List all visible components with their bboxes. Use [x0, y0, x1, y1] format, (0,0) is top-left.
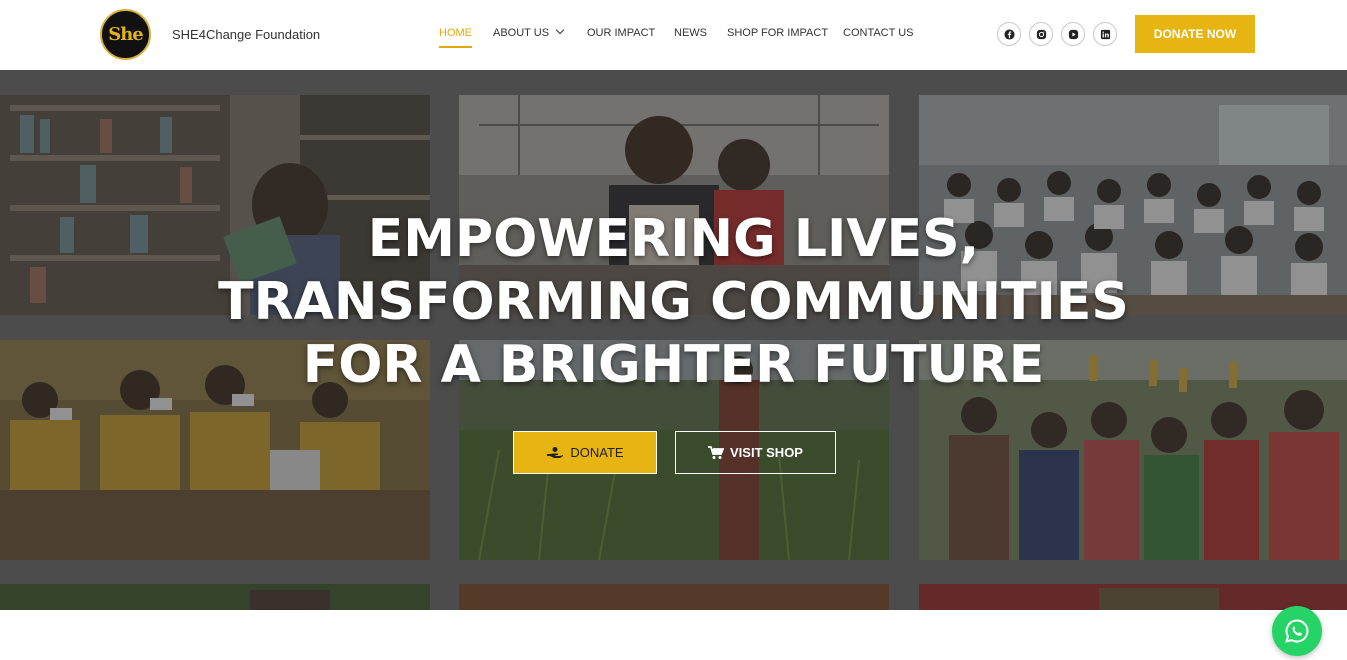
- nav-item-our-impact[interactable]: OUR IMPACT: [587, 26, 655, 40]
- nav-item-about-us[interactable]: ABOUT US: [493, 25, 565, 40]
- nav-item-news[interactable]: NEWS: [674, 26, 707, 40]
- whatsapp-chat-button[interactable]: [1272, 606, 1322, 656]
- hero-title: EMPOWERING LIVES, TRANSFORMING COMMUNITI…: [0, 208, 1347, 397]
- hero-visit-shop-button[interactable]: VISIT SHOP: [675, 431, 836, 474]
- donate-now-button[interactable]: DONATE NOW: [1135, 15, 1255, 53]
- facebook-glyph: [1003, 28, 1015, 40]
- chevron-down-icon: [555, 25, 565, 35]
- instagram-icon[interactable]: [1029, 22, 1053, 46]
- site-name[interactable]: SHE4Change Foundation: [172, 27, 320, 42]
- hero-title-line-3: FOR A BRIGHTER FUTURE: [302, 335, 1045, 395]
- logo-text: She: [108, 24, 144, 45]
- hero-title-line-2: TRANSFORMING COMMUNITIES: [218, 272, 1129, 332]
- nav-item-contact-us[interactable]: CONTACT US: [843, 26, 914, 40]
- linkedin-icon[interactable]: [1093, 22, 1117, 46]
- hero-donate-label: DONATE: [570, 445, 624, 460]
- hero-section: EMPOWERING LIVES, TRANSFORMING COMMUNITI…: [0, 70, 1347, 610]
- site-logo[interactable]: She: [100, 9, 151, 60]
- hero-donate-button[interactable]: DONATE: [513, 431, 657, 474]
- nav-item-shop-for-impact[interactable]: SHOP FOR IMPACT: [727, 26, 828, 40]
- cart-icon: [708, 445, 725, 459]
- nav-item-about-us-label: ABOUT US: [493, 27, 550, 39]
- linkedin-glyph: [1100, 29, 1110, 39]
- hero-title-line-1: EMPOWERING LIVES,: [367, 209, 980, 269]
- whatsapp-icon: [1285, 619, 1309, 643]
- site-header: She SHE4Change Foundation HOME ABOUT US …: [0, 0, 1347, 70]
- hero-visit-shop-label: VISIT SHOP: [730, 445, 803, 460]
- youtube-icon[interactable]: [1061, 22, 1085, 46]
- facebook-icon[interactable]: [997, 22, 1021, 46]
- nav-item-home[interactable]: HOME: [439, 26, 472, 48]
- donate-hand-icon: [547, 446, 564, 458]
- youtube-glyph: [1068, 29, 1078, 39]
- instagram-glyph: [1036, 29, 1046, 39]
